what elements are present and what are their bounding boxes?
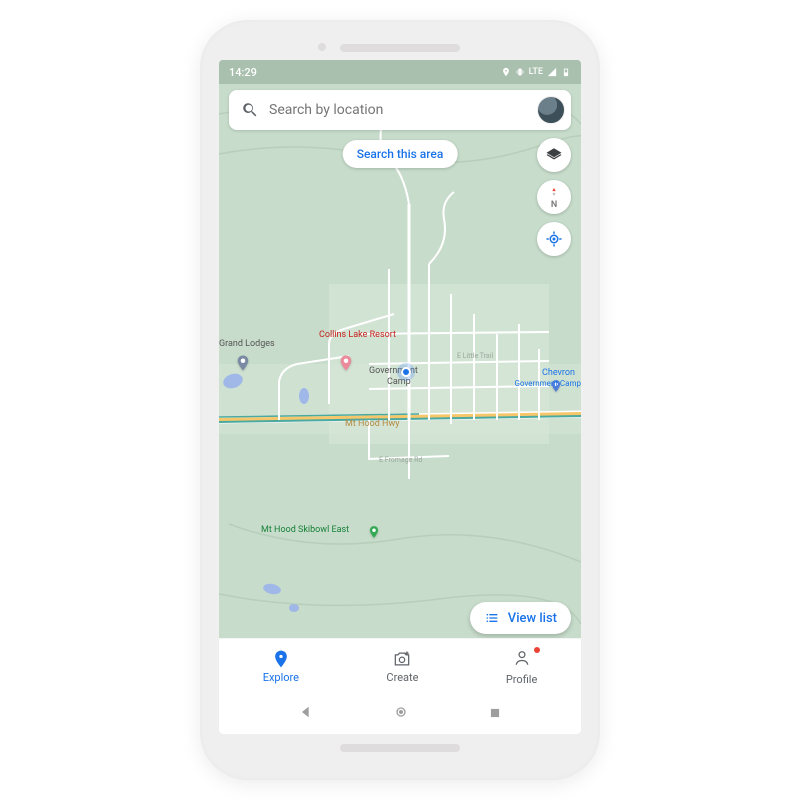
bottom-nav: Explore Create Profile <box>219 638 581 694</box>
back-icon <box>298 704 314 720</box>
layers-button[interactable] <box>537 138 571 172</box>
profile-avatar[interactable] <box>537 96 565 124</box>
vibrate-icon <box>515 67 525 77</box>
label-grand-lodges: Grand Lodges <box>219 339 275 349</box>
location-status-icon <box>501 67 511 77</box>
current-location-dot <box>401 367 411 377</box>
system-nav-bar <box>219 694 581 734</box>
my-location-icon <box>545 230 563 248</box>
top-speaker <box>340 44 460 52</box>
nav-create[interactable]: Create <box>386 649 418 684</box>
label-collins-lake: Collins Lake Resort <box>319 330 396 340</box>
label-chevron-2: Government Camp <box>515 379 582 388</box>
front-camera <box>318 43 326 51</box>
map-canvas[interactable]: Grand Lodges Collins Lake Resort Governm… <box>219 84 581 734</box>
nav-profile-label: Profile <box>506 673 537 686</box>
compass-button[interactable]: N <box>537 180 571 214</box>
home-icon <box>393 704 409 720</box>
label-chevron-1: Chevron <box>542 368 575 378</box>
chip-label: Search this area <box>357 147 444 161</box>
my-location-button[interactable] <box>537 222 571 256</box>
profile-icon <box>512 648 532 668</box>
status-bar: 14:29 LTE <box>219 60 581 84</box>
view-list-button[interactable]: View list <box>470 602 571 634</box>
status-icons: LTE <box>501 67 571 77</box>
bottom-speaker <box>340 744 460 752</box>
create-icon <box>392 649 412 669</box>
pin-collins-lake[interactable] <box>337 354 355 372</box>
label-little-trail: E Little Trail <box>457 352 493 360</box>
label-gov-camp-2: Camp <box>387 377 411 387</box>
back-button[interactable] <box>298 704 314 724</box>
view-list-label: View list <box>508 611 557 626</box>
notification-dot <box>534 647 540 653</box>
search-input[interactable] <box>269 102 527 118</box>
status-time: 14:29 <box>229 66 257 79</box>
nav-profile[interactable]: Profile <box>506 648 537 686</box>
recents-icon <box>488 706 502 720</box>
search-icon <box>241 101 259 119</box>
pin-skibowl[interactable] <box>367 524 381 538</box>
lake <box>289 604 299 612</box>
nav-create-label: Create <box>386 671 418 684</box>
nav-explore[interactable]: Explore <box>263 649 299 684</box>
phone-frame: 14:29 LTE <box>200 20 600 780</box>
search-bar[interactable] <box>229 90 571 130</box>
compass-label: N <box>551 200 557 210</box>
signal-icon <box>547 67 557 77</box>
recents-button[interactable] <box>488 705 502 724</box>
home-button[interactable] <box>393 704 409 724</box>
nav-explore-label: Explore <box>263 671 299 684</box>
label-highway: Mt Hood Hwy <box>345 419 399 429</box>
label-fromage: E Fromage Rd <box>379 456 422 464</box>
pin-generic[interactable] <box>234 354 252 372</box>
list-icon <box>484 610 500 626</box>
layers-icon <box>545 146 563 164</box>
map-control-column: N <box>537 138 571 256</box>
network-label: LTE <box>529 67 543 77</box>
explore-icon <box>271 649 291 669</box>
label-skibowl: Mt Hood Skibowl East <box>261 525 349 535</box>
compass-icon <box>549 187 559 197</box>
screen: 14:29 LTE <box>219 60 581 734</box>
search-this-area-chip[interactable]: Search this area <box>343 140 458 168</box>
battery-icon <box>561 67 571 77</box>
lake <box>299 388 309 404</box>
